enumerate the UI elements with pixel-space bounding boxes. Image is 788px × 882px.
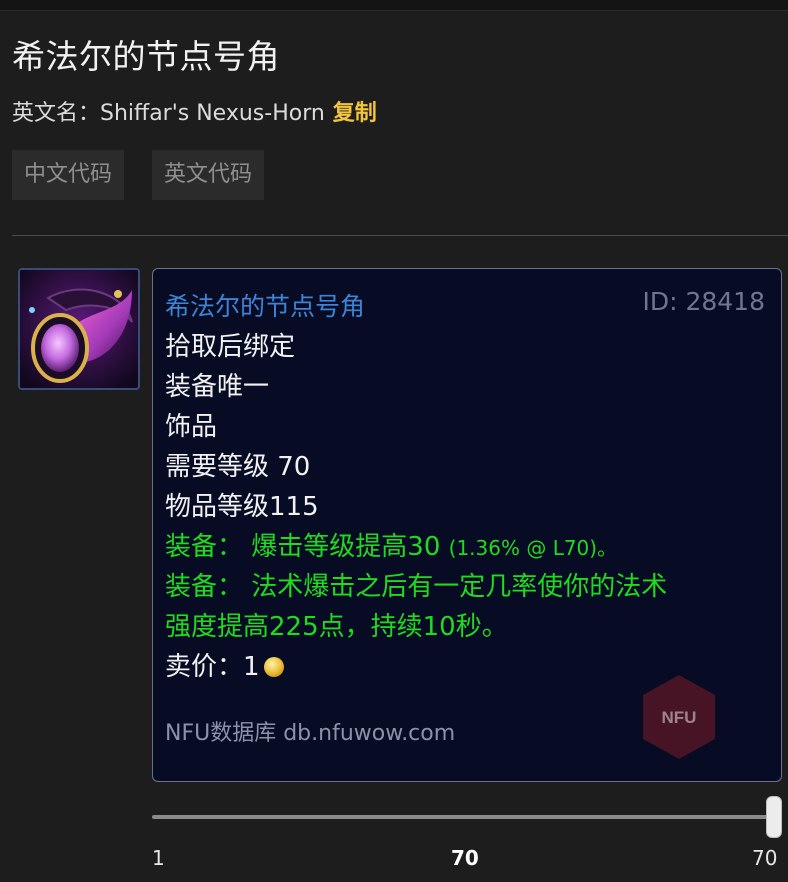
slider-value: 70 [451,846,479,870]
english-name-label: 英文名： [12,101,101,126]
page-title: 希法尔的节点号角 [12,37,280,76]
item-tooltip: 希法尔的节点号角 ID: 28418 拾取后绑定 装备唯一 饰品 需要等级 70… [152,268,782,782]
copy-button[interactable]: 复制 [333,101,377,126]
nfu-watermark-logo: NFU [639,671,719,763]
item-id: ID: 28418 [642,287,765,316]
english-code-button[interactable]: 英文代码 [152,150,265,200]
english-name: Shiffar's Nexus-Horn [100,101,325,126]
equip-text: 法术爆击之后有一定几率使你的法术 [251,572,668,602]
english-name-row: 英文名：Shiffar's Nexus-Horn 复制 [12,95,377,127]
level-slider-track[interactable] [152,815,774,819]
slider-min: 1 [152,846,165,870]
item-slot: 饰品 [165,412,218,442]
site-credit: NFU数据库 db.nfuwow.com [165,721,456,746]
watermark-text: NFU [662,708,697,727]
required-level: 需要等级 70 [165,452,311,482]
equip-label: 装备： [165,532,244,562]
level-slider-thumb[interactable] [766,796,782,838]
slider-max: 70 [752,846,778,870]
equip-effect-2: 装备： 法术爆击之后有一定几率使你的法术 [165,566,667,603]
unique-equipped: 装备唯一 [165,372,270,402]
top-bar [0,0,788,11]
equip-effect-2-cont: 强度提高225点，持续10秒。 [165,612,508,642]
item-name: 希法尔的节点号角 [165,292,366,321]
sell-price: 卖价：1 [165,646,284,683]
item-level: 物品等级115 [165,492,319,522]
divider [12,235,788,236]
equip-note: (1.36% @ L70)。 [448,536,618,560]
gold-coin-icon [263,657,284,677]
sell-label: 卖价： [165,652,244,682]
horn-trinket-icon [18,268,140,390]
sell-value: 1 [243,652,260,682]
chinese-code-button[interactable]: 中文代码 [12,150,125,200]
equip-effect-1: 装备： 爆击等级提高30 (1.36% @ L70)。 [165,526,617,563]
equip-text: 爆击等级提高30 [251,532,441,562]
bind-type: 拾取后绑定 [165,332,296,362]
equip-label: 装备： [165,572,244,602]
